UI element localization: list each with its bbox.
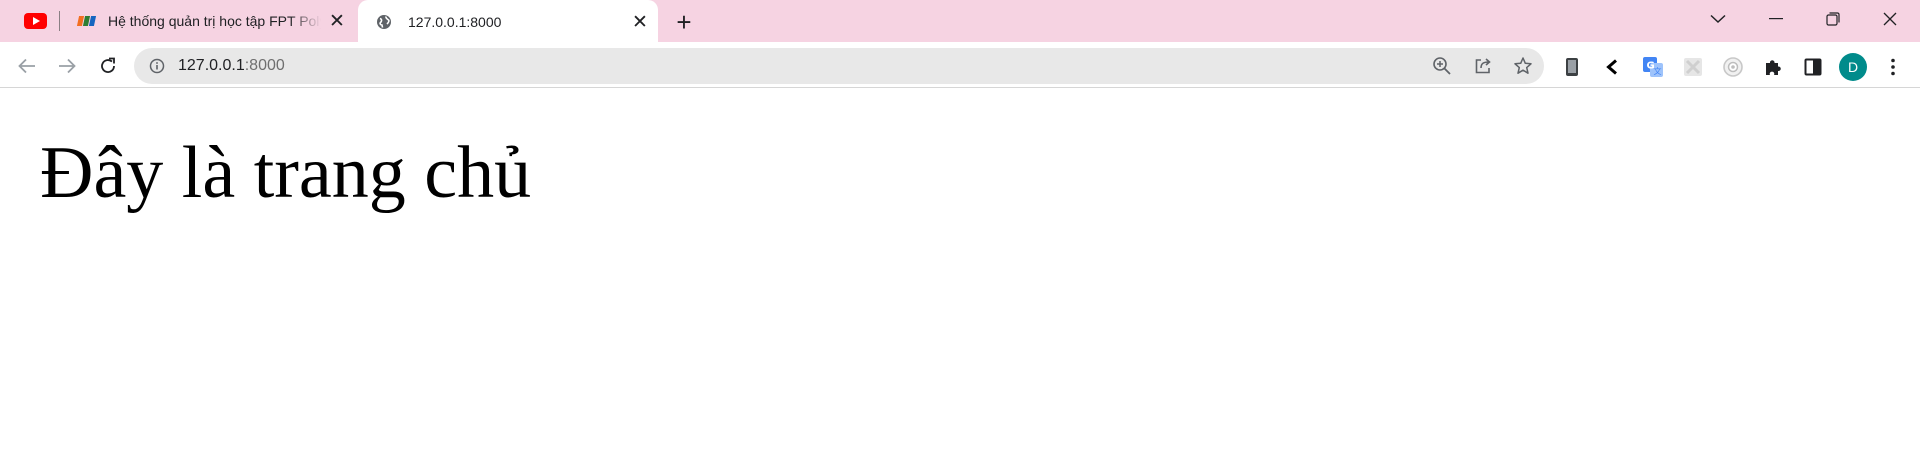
- new-tab-button[interactable]: +: [670, 9, 698, 35]
- zoom-icon[interactable]: [1430, 55, 1454, 77]
- youtube-icon: [23, 13, 47, 29]
- site-info-icon[interactable]: [148, 57, 166, 75]
- url-port: :8000: [244, 57, 285, 74]
- restore-icon: [1826, 12, 1840, 26]
- chevron-down-icon: [1710, 14, 1726, 24]
- url-host: 127.0.0.1: [178, 57, 245, 74]
- arrow-right-icon: [59, 58, 76, 74]
- svg-text:文: 文: [1654, 66, 1662, 76]
- minimize-icon: [1769, 18, 1783, 20]
- puzzle-icon[interactable]: [1760, 54, 1786, 80]
- tab-fpt-lms[interactable]: Hệ thống quản trị học tập FPT Polytechni…: [66, 0, 355, 42]
- side-panel-icon[interactable]: [1800, 54, 1826, 80]
- minimize-button[interactable]: [1748, 0, 1804, 38]
- close-tab-icon[interactable]: ✕: [630, 12, 650, 32]
- tab-search-button[interactable]: [1690, 0, 1746, 38]
- forward-button[interactable]: [51, 50, 83, 82]
- tab-separator: [59, 11, 60, 31]
- page-content: Đây là trang chủ: [0, 89, 1920, 457]
- blocked-extension-icon[interactable]: [1680, 54, 1706, 80]
- close-tab-icon[interactable]: ✕: [327, 11, 347, 31]
- url-text[interactable]: 127.0.0.1:8000: [178, 57, 285, 75]
- close-icon: [1883, 12, 1897, 26]
- arrow-left-icon: [18, 58, 35, 74]
- profile-avatar[interactable]: D: [1839, 53, 1867, 81]
- browser-toolbar: 127.0.0.1:8000 G 文 D: [0, 44, 1920, 88]
- more-menu-icon[interactable]: [1880, 54, 1906, 80]
- share-icon[interactable]: [1471, 55, 1495, 77]
- restore-button[interactable]: [1805, 0, 1861, 38]
- close-window-button[interactable]: [1862, 0, 1918, 38]
- phone-extension-icon[interactable]: [1559, 54, 1585, 80]
- reload-button[interactable]: [92, 50, 124, 82]
- pinned-tab-youtube[interactable]: [18, 11, 52, 31]
- reload-icon: [101, 57, 115, 73]
- globe-icon: [374, 14, 394, 30]
- back-button[interactable]: [11, 50, 43, 82]
- google-translate-icon[interactable]: G 文: [1640, 54, 1666, 80]
- back-arrow-extension-icon[interactable]: [1599, 54, 1625, 80]
- address-bar[interactable]: 127.0.0.1:8000: [134, 48, 1544, 84]
- star-icon[interactable]: [1511, 55, 1535, 77]
- tab-localhost[interactable]: 127.0.0.1:8000 ✕: [358, 0, 658, 44]
- page-heading: Đây là trang chủ: [40, 132, 532, 214]
- fpt-logo-icon: [76, 13, 96, 29]
- tab-title: 127.0.0.1:8000: [408, 14, 502, 30]
- tab-strip: Hệ thống quản trị học tập FPT Polytechni…: [0, 0, 1920, 44]
- camera-extension-icon[interactable]: [1720, 54, 1746, 80]
- tab-title: Hệ thống quản trị học tập FPT Polytechni…: [108, 13, 321, 29]
